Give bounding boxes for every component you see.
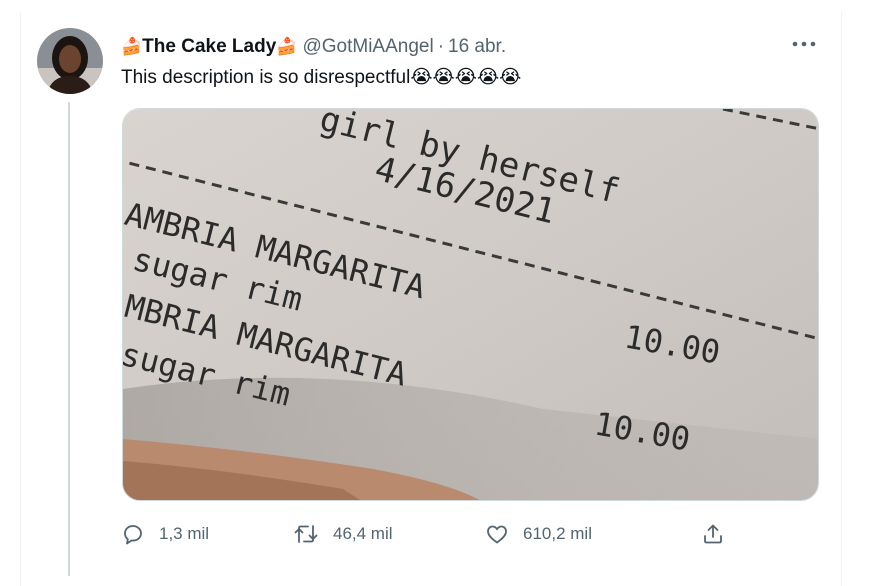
like-button[interactable]: 610,2 mil (485, 516, 592, 552)
tweet-actions: 1,3 mil 46,4 mil 610,2 mil (121, 516, 722, 552)
tweet-header: 🍰 The Cake Lady 🍰 @GotMiAAngel · 16 abr. (121, 36, 506, 58)
like-icon (485, 522, 509, 546)
share-icon (701, 522, 725, 546)
share-button[interactable] (701, 516, 725, 552)
thread-line (68, 102, 70, 576)
cake-emoji: 🍰 (121, 37, 143, 56)
like-count: 610,2 mil (523, 524, 592, 543)
tweet-timestamp[interactable]: 16 abr. (448, 36, 506, 58)
retweet-count: 46,4 mil (333, 524, 393, 543)
reply-icon (121, 522, 145, 546)
reply-count: 1,3 mil (159, 524, 210, 543)
cake-emoji: 🍰 (276, 37, 298, 56)
avatar-image (37, 28, 103, 94)
tweet-text: This description is so disrespectful😭😭😭😭… (121, 67, 522, 88)
reply-button[interactable]: 1,3 mil (121, 516, 209, 552)
tweet-image[interactable]: girl by herself 4/16/2021 AMBRIA MARGARI… (122, 108, 819, 501)
tweet-card[interactable]: 🍰 The Cake Lady 🍰 @GotMiAAngel · 16 abr.… (20, 12, 842, 586)
avatar[interactable] (37, 28, 103, 94)
separator-dot: · (437, 36, 445, 57)
retweet-icon (293, 522, 319, 546)
display-name[interactable]: The Cake Lady (142, 36, 276, 58)
more-icon[interactable] (789, 34, 819, 54)
receipt-photo: girl by herself 4/16/2021 AMBRIA MARGARI… (123, 109, 818, 500)
retweet-button[interactable]: 46,4 mil (293, 516, 393, 552)
user-handle[interactable]: @GotMiAAngel (302, 36, 433, 58)
